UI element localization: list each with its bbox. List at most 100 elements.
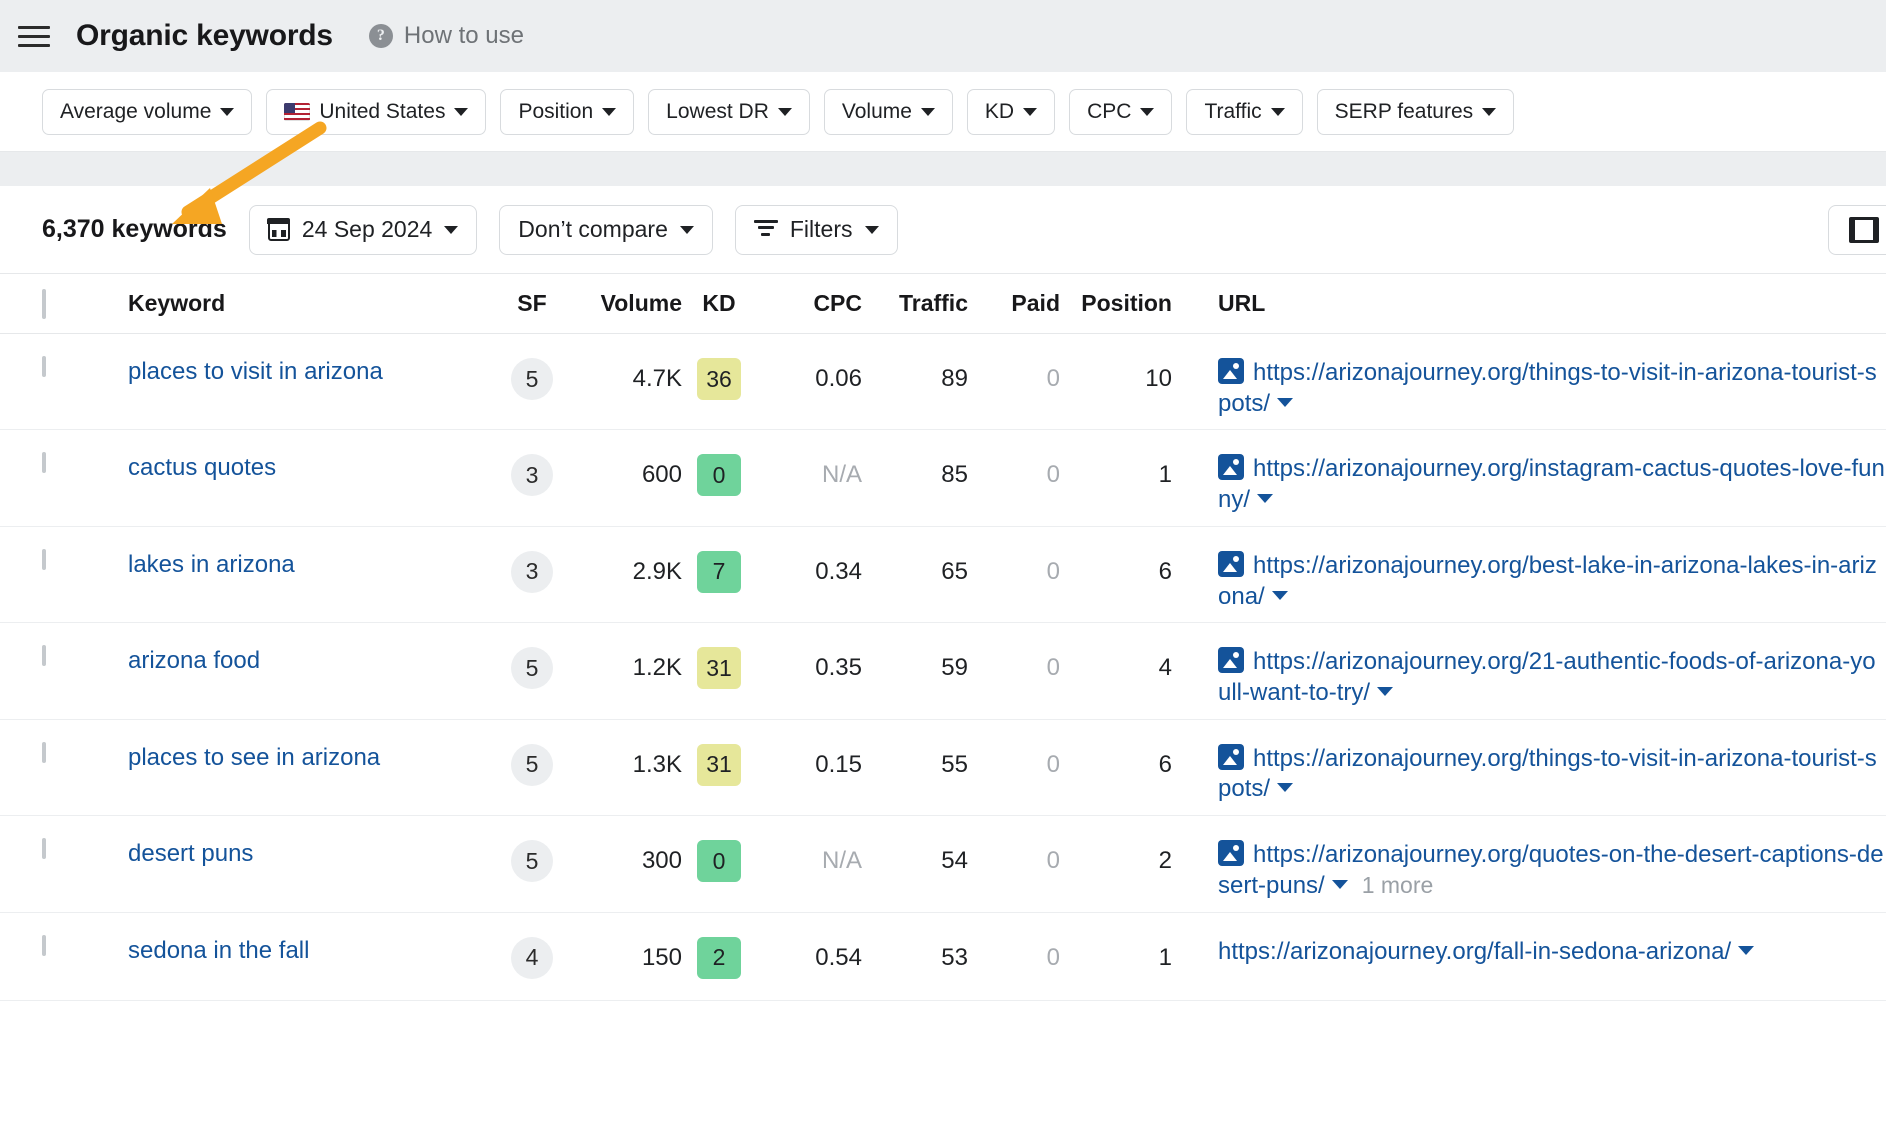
- column-header-volume[interactable]: Volume: [566, 290, 682, 317]
- chevron-down-icon[interactable]: [1257, 494, 1273, 503]
- column-header-sf[interactable]: SF: [498, 290, 566, 317]
- volume-value: 600: [642, 461, 682, 488]
- kd-badge: 7: [697, 551, 741, 593]
- how-to-use-label: How to use: [404, 22, 524, 50]
- keyword-link[interactable]: arizona food: [128, 647, 260, 674]
- columns-icon: [1849, 217, 1879, 243]
- sf-cell: 4: [498, 937, 566, 979]
- paid-cell: 0: [968, 937, 1060, 979]
- filter-country[interactable]: United States: [266, 89, 486, 135]
- select-all-checkbox[interactable]: [42, 289, 46, 319]
- row-checkbox[interactable]: [42, 549, 46, 570]
- row-checkbox[interactable]: [42, 356, 46, 377]
- row-checkbox[interactable]: [42, 645, 46, 666]
- column-header-traffic[interactable]: Traffic: [862, 290, 968, 317]
- url-wrapper: https://arizonajourney.org/best-lake-in-…: [1218, 551, 1886, 612]
- row-checkbox-cell: [42, 358, 82, 376]
- compare-label: Don’t compare: [518, 216, 668, 243]
- column-header-kd[interactable]: KD: [682, 290, 756, 317]
- sf-badge: 5: [511, 840, 553, 882]
- volume-cell: 300: [566, 840, 682, 882]
- filter-position[interactable]: Position: [500, 89, 634, 135]
- url-link[interactable]: https://arizonajourney.org/21-authentic-…: [1218, 648, 1876, 706]
- filter-serp-features[interactable]: SERP features: [1317, 89, 1515, 135]
- filter-average-volume[interactable]: Average volume: [42, 89, 252, 135]
- chevron-down-icon[interactable]: [1272, 591, 1288, 600]
- filter-lowest-dr[interactable]: Lowest DR: [648, 89, 810, 135]
- position-value: 1: [1159, 944, 1172, 971]
- hamburger-icon[interactable]: [18, 19, 52, 53]
- column-header-cpc[interactable]: CPC: [756, 290, 862, 317]
- url-wrapper: https://arizonajourney.org/quotes-on-the…: [1218, 840, 1886, 901]
- select-all-checkbox-cell: [42, 289, 82, 318]
- paid-value: 0: [1047, 654, 1060, 681]
- row-checkbox-cell: [42, 647, 82, 665]
- volume-value: 1.3K: [633, 751, 682, 778]
- row-checkbox[interactable]: [42, 838, 46, 859]
- row-checkbox[interactable]: [42, 452, 46, 473]
- paid-value: 0: [1047, 558, 1060, 585]
- cpc-value: 0.54: [815, 944, 862, 971]
- serp-image-feature-icon: [1218, 647, 1244, 673]
- filter-label: CPC: [1087, 100, 1131, 124]
- chevron-down-icon[interactable]: [1277, 783, 1293, 792]
- filters-button[interactable]: Filters: [735, 205, 898, 255]
- keyword-link[interactable]: cactus quotes: [128, 454, 276, 481]
- traffic-value: 54: [941, 847, 968, 874]
- filter-kd[interactable]: KD: [967, 89, 1055, 135]
- chevron-down-icon[interactable]: [1738, 946, 1754, 955]
- keyword-link[interactable]: places to see in arizona: [128, 744, 380, 771]
- row-checkbox-cell: [42, 840, 82, 858]
- url-link[interactable]: https://arizonajourney.org/things-to-vis…: [1218, 745, 1877, 803]
- url-link[interactable]: https://arizonajourney.org/things-to-vis…: [1218, 359, 1877, 417]
- table-row: places to see in arizona51.3K310.155506h…: [0, 720, 1886, 816]
- compare-button[interactable]: Don’t compare: [499, 205, 713, 255]
- more-urls-label[interactable]: 1 more: [1362, 872, 1434, 898]
- cpc-cell: N/A: [756, 454, 862, 496]
- chevron-down-icon[interactable]: [1332, 880, 1348, 889]
- traffic-cell: 65: [862, 551, 968, 593]
- column-header-keyword[interactable]: Keyword: [128, 290, 498, 317]
- url-cell: https://arizonajourney.org/instagram-cac…: [1172, 454, 1886, 515]
- paid-value: 0: [1047, 944, 1060, 971]
- filter-volume[interactable]: Volume: [824, 89, 953, 135]
- cpc-cell: 0.15: [756, 744, 862, 786]
- date-picker-button[interactable]: 24 Sep 2024: [249, 205, 477, 255]
- column-header-paid[interactable]: Paid: [968, 290, 1060, 317]
- url-wrapper: https://arizonajourney.org/things-to-vis…: [1218, 358, 1886, 419]
- column-header-url[interactable]: URL: [1172, 290, 1886, 317]
- kd-badge: 0: [697, 454, 741, 496]
- sf-cell: 5: [498, 744, 566, 786]
- volume-cell: 150: [566, 937, 682, 979]
- row-checkbox-cell: [42, 454, 82, 472]
- table-row: arizona food51.2K310.355904https://arizo…: [0, 623, 1886, 719]
- url-link[interactable]: https://arizonajourney.org/fall-in-sedon…: [1218, 938, 1731, 965]
- filter-label: SERP features: [1335, 100, 1474, 124]
- url-link[interactable]: https://arizonajourney.org/quotes-on-the…: [1218, 841, 1884, 899]
- keyword-link[interactable]: desert puns: [128, 840, 253, 867]
- chevron-down-icon[interactable]: [1377, 687, 1393, 696]
- keyword-link[interactable]: sedona in the fall: [128, 937, 309, 964]
- volume-value: 1.2K: [633, 654, 682, 681]
- kd-cell: 2: [682, 937, 756, 979]
- how-to-use-link[interactable]: ? How to use: [369, 22, 524, 50]
- keyword-cell: desert puns: [128, 840, 498, 868]
- url-link[interactable]: https://arizonajourney.org/instagram-cac…: [1218, 455, 1885, 513]
- filter-traffic[interactable]: Traffic: [1186, 89, 1302, 135]
- section-divider: [0, 152, 1886, 186]
- kd-cell: 36: [682, 358, 756, 400]
- cpc-cell: 0.35: [756, 647, 862, 689]
- row-checkbox[interactable]: [42, 935, 46, 956]
- row-checkbox[interactable]: [42, 742, 46, 763]
- us-flag-icon: [284, 103, 310, 121]
- chevron-down-icon: [444, 226, 458, 234]
- filter-cpc[interactable]: CPC: [1069, 89, 1172, 135]
- traffic-value: 53: [941, 944, 968, 971]
- chevron-down-icon: [1271, 108, 1285, 116]
- column-header-position[interactable]: Position: [1060, 290, 1172, 317]
- keyword-link[interactable]: lakes in arizona: [128, 551, 295, 578]
- chevron-down-icon[interactable]: [1277, 398, 1293, 407]
- keyword-link[interactable]: places to visit in arizona: [128, 358, 383, 385]
- url-link[interactable]: https://arizonajourney.org/best-lake-in-…: [1218, 552, 1877, 610]
- columns-settings-button[interactable]: [1828, 205, 1886, 255]
